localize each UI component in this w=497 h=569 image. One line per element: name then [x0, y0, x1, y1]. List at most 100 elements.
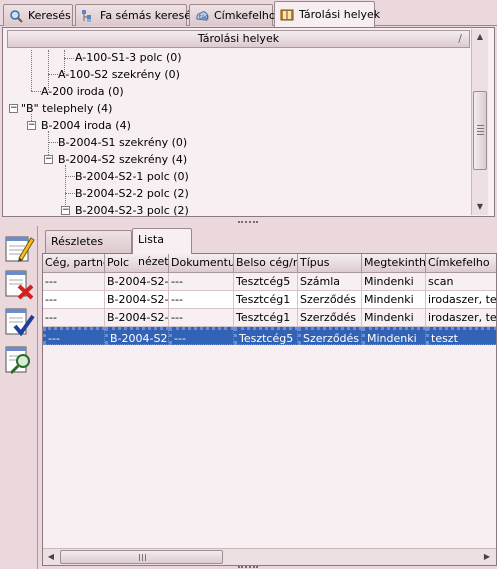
table-cell: --- [169, 309, 234, 327]
search-document-button[interactable] [3, 344, 35, 376]
tab-tag-cloud[interactable]: tag Címkefelho [189, 4, 276, 26]
scroll-right-arrow-icon[interactable]: ▶ [479, 549, 495, 565]
table-cell: --- [169, 291, 234, 309]
tree-node[interactable]: B-2004-S2 szekrény (4) [58, 151, 187, 168]
table-cell: Tesztcég5 [234, 327, 298, 345]
column-header[interactable]: Címkefelho [426, 254, 496, 273]
scroll-down-arrow-icon[interactable]: ▼ [472, 199, 488, 215]
tree-node-label: B-2004 iroda (4) [41, 119, 131, 132]
table-cell: Mindenki [362, 309, 426, 327]
delete-document-button[interactable] [3, 268, 35, 300]
tree-node-label: B-2004-S2 szekrény (4) [58, 153, 188, 166]
table-cell: scan [426, 273, 496, 291]
tree-vertical-scrollbar[interactable]: ▲ ▼ [471, 29, 488, 215]
table-cell: --- [43, 309, 105, 327]
grip-line [477, 128, 484, 129]
tree-node[interactable]: B-2004-S2-2 polc (2) [75, 185, 189, 202]
table-cell: Mindenki [362, 291, 426, 309]
storage-location-tree[interactable]: Tárolási helyek / A-100-S1-3 polc (0) A-… [2, 27, 495, 217]
approve-document-button[interactable] [3, 306, 35, 338]
tree-connector [31, 50, 32, 91]
tree-node-label: B-2004-S2-2 polc (2) [75, 187, 189, 200]
scroll-up-arrow-icon[interactable]: ▲ [472, 29, 488, 45]
tree-node-label: A-200 iroda (0) [41, 85, 124, 98]
document-delete-icon [5, 270, 34, 300]
table-cell: teszt [426, 327, 496, 345]
tab-list-view[interactable]: Lista nézet [132, 228, 192, 268]
tree-node-label: "B" telephely (4) [21, 102, 113, 115]
tree-search-icon [81, 9, 95, 23]
table-cell: --- [43, 273, 105, 291]
scroll-thumb[interactable] [473, 91, 487, 170]
document-toolbar [0, 226, 38, 569]
column-header[interactable]: Dokumentun [169, 254, 234, 273]
tree-node-label: B-2004-S1 szekrény (0) [58, 136, 188, 149]
tree-node-label: B-2004-S2-3 polc (2) [75, 204, 189, 217]
tab-detailed-view[interactable]: Részletes nézet [45, 230, 132, 270]
tree-node-label: B-2004-S2-1 polc (0) [75, 170, 189, 183]
grip-line [477, 131, 484, 132]
table-row[interactable]: --- B-2004-S2-3 --- Tesztcég5 Számla Mindenki… [43, 273, 496, 291]
table-cell: Tesztcég1 [234, 291, 298, 309]
tree-connector [64, 58, 74, 59]
grip-line [139, 554, 140, 561]
table-cell: B-2004-S2-2 [105, 309, 169, 327]
table-cell: B-2004-S2-2 [105, 291, 169, 309]
tab-list-view-label: Lista nézet [138, 233, 169, 268]
splitter-grip [238, 221, 258, 223]
scroll-left-arrow-icon[interactable]: ◀ [43, 549, 59, 565]
tree-node[interactable]: A-200 iroda (0) [41, 83, 124, 100]
panel-splitter[interactable] [0, 219, 497, 225]
table-row[interactable]: ---B-2004-S2-3---Tesztcég5SzerződésMinde… [43, 327, 496, 345]
document-search-icon [5, 346, 30, 375]
table-cell: Mindenki [362, 327, 426, 345]
bottom-splitter-grip [238, 566, 258, 568]
tree-node[interactable]: B-2004-S1 szekrény (0) [58, 134, 187, 151]
tree-node[interactable]: "B" telephely (4) [21, 100, 112, 117]
tree-node[interactable]: B-2004-S2-1 polc (0) [75, 168, 189, 185]
grip-line [477, 134, 484, 135]
document-grid[interactable]: Cég, partnePolcDokumentunBelso cég/réTíp… [42, 253, 497, 566]
collapse-toggle[interactable]: − [61, 206, 70, 215]
tree-node[interactable]: A-100-S1-3 polc (0) [75, 49, 182, 66]
tree-node[interactable]: A-100-S2 szekrény (0) [58, 66, 180, 83]
edit-document-button[interactable] [3, 232, 35, 264]
tree-column-header[interactable]: Tárolási helyek / [7, 30, 470, 48]
table-cell: Mindenki [362, 273, 426, 291]
scroll-thumb[interactable] [60, 550, 223, 564]
table-cell: Tesztcég1 [234, 309, 298, 327]
table-cell: --- [43, 327, 105, 345]
tree-node[interactable]: B-2004-S2-3 polc (2) [75, 202, 189, 217]
tree-connector [48, 142, 58, 143]
table-cell: irodaszer, tesz [426, 309, 496, 327]
tree-node[interactable]: B-2004 iroda (4) [41, 117, 131, 134]
table-cell: --- [43, 291, 105, 309]
collapse-toggle[interactable]: − [9, 104, 18, 113]
tab-storage-locations-label: Tárolási helyek [299, 8, 381, 21]
tree-connector [65, 193, 75, 194]
document-check-icon [5, 308, 35, 337]
table-row[interactable]: --- B-2004-S2-2 --- Tesztcég1 Szerződés Minde… [43, 291, 496, 309]
column-header[interactable]: Megtekinthe [362, 254, 426, 273]
table-row[interactable]: --- B-2004-S2-2 --- Tesztcég1 Szerződés Minde… [43, 309, 496, 327]
tree-node-label: A-100-S2 szekrény (0) [58, 68, 180, 81]
table-cell: Szerződés [298, 309, 362, 327]
svg-text:tag: tag [199, 14, 209, 21]
collapse-toggle[interactable]: − [27, 121, 36, 130]
column-header[interactable]: Belso cég/ré [234, 254, 298, 273]
collapse-toggle[interactable]: − [44, 155, 53, 164]
tab-tree-search[interactable]: Fa sémás keresés [75, 4, 197, 26]
tab-search-label: Keresés [28, 9, 71, 22]
table-cell: Szerződés [298, 291, 362, 309]
tab-tag-cloud-label: Címkefelho [214, 9, 276, 22]
sort-indicator: / [458, 32, 462, 45]
tree-connector [31, 91, 41, 92]
column-header[interactable]: Cég, partne [43, 254, 105, 273]
grid-horizontal-scrollbar[interactable]: ◀ ▶ [43, 548, 496, 565]
tree-connector [65, 176, 75, 177]
tab-storage-locations[interactable]: Tárolási helyek [274, 1, 380, 27]
search-icon [9, 9, 23, 23]
grip-line [142, 554, 143, 561]
column-header[interactable]: Típus [298, 254, 362, 273]
tab-search[interactable]: Keresés [3, 4, 73, 26]
